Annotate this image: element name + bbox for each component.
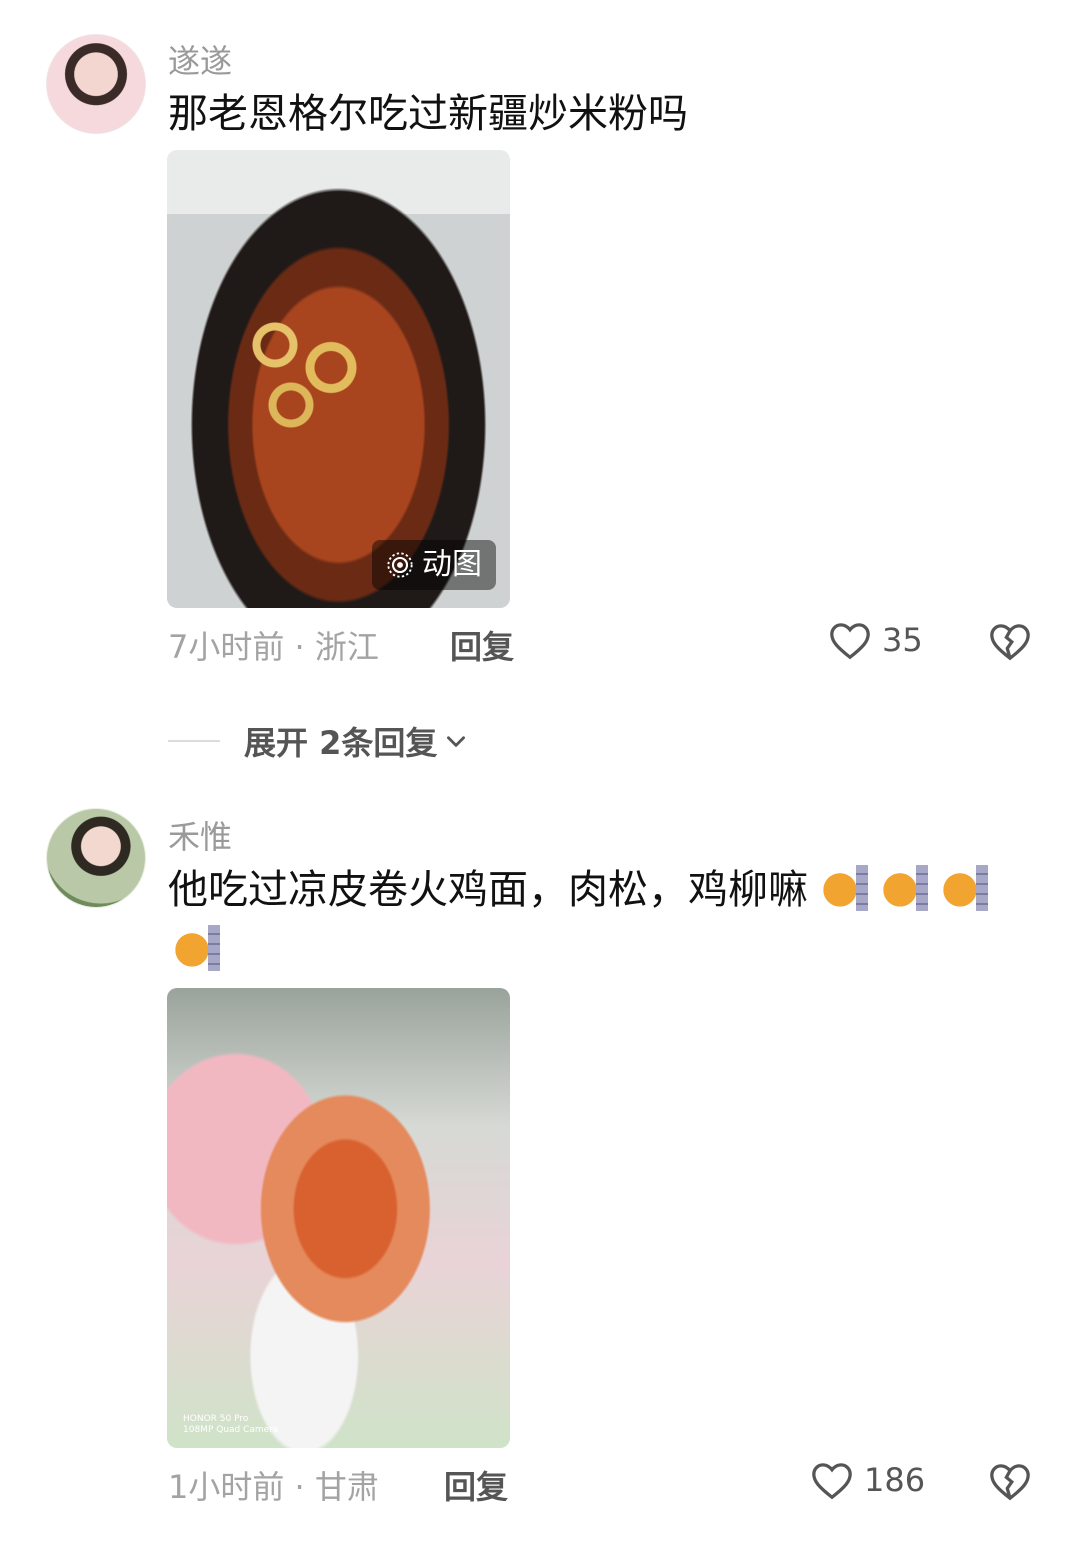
comment-meta: 1小时前 · 甘肃 [168,1468,379,1506]
comment-text: 他吃过凉皮卷火鸡面，肉松，鸡柳嘛 [168,860,1028,980]
cat-peeking-emoji [174,925,220,971]
camera-watermark-line: HONOR 50 Pro [183,1414,249,1424]
broken-heart-icon [990,1464,1030,1501]
comment-text-content: 他吃过凉皮卷火鸡面，肉松，鸡柳嘛 [168,867,808,913]
comment-item: 禾惟 他吃过凉皮卷火鸡面，肉松，鸡柳嘛 HONOR 50 Pro 108MP Q… [0,0,1080,1542]
cat-peeking-emoji [942,865,988,911]
camera-watermark-line: 108MP Quad Camera [183,1425,279,1435]
heart-outline-icon [812,1463,852,1500]
dislike-button[interactable] [988,1461,1032,1505]
like-button[interactable]: 186 [810,1460,925,1500]
cat-peeking-emoji [882,865,928,911]
username[interactable]: 禾惟 [168,812,232,858]
avatar[interactable] [46,808,146,908]
reply-button[interactable]: 回复 [444,1462,508,1508]
camera-watermark: HONOR 50 Pro 108MP Quad Camera [183,1414,278,1436]
cat-peeking-emoji [822,865,868,911]
like-count: 186 [864,1461,926,1499]
comment-image[interactable]: HONOR 50 Pro 108MP Quad Camera [167,988,510,1448]
